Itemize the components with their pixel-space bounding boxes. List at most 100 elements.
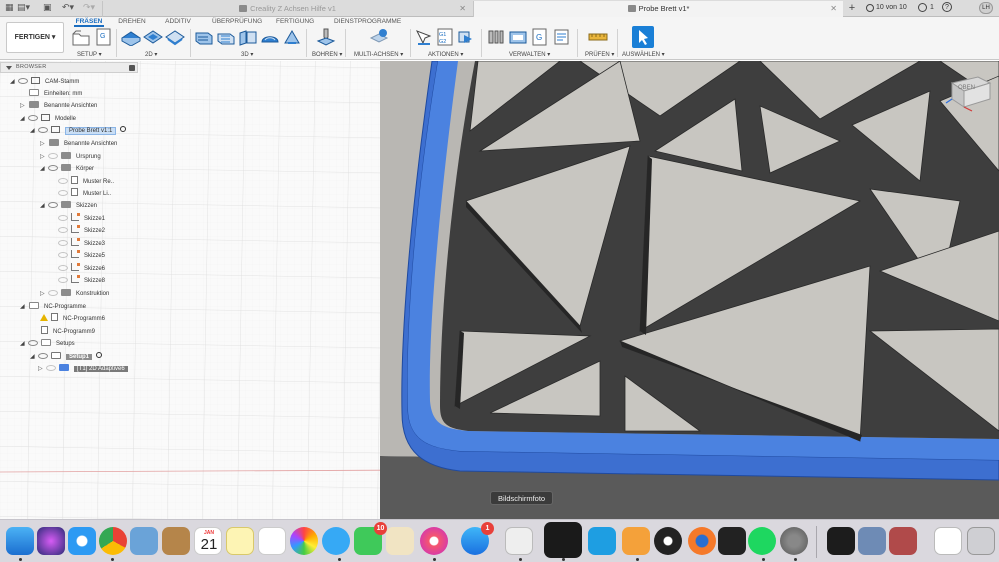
tree-origin[interactable]: ▷ Ursprung bbox=[40, 151, 101, 163]
view-cube-label[interactable]: OBEN bbox=[958, 85, 975, 91]
downloads-icon[interactable] bbox=[934, 527, 962, 555]
tab-probe-brett[interactable]: Probe Brett v1* ✕ bbox=[473, 1, 843, 17]
visibility-icon[interactable] bbox=[48, 290, 58, 296]
group-2d[interactable]: 2D ▾ bbox=[145, 51, 157, 58]
tab-ueberpruefung[interactable]: ÜBERPRÜFUNG bbox=[212, 17, 262, 27]
tree-sketches[interactable]: ◢ Skizzen bbox=[40, 200, 97, 212]
safari-icon[interactable] bbox=[68, 527, 96, 555]
new-tab-button[interactable]: + bbox=[846, 3, 858, 14]
collapse-icon[interactable] bbox=[6, 66, 12, 70]
box-app-icon[interactable] bbox=[889, 527, 917, 555]
tree-named-views-2[interactable]: ▷ Benannte Ansichten bbox=[40, 138, 117, 150]
facetime-icon[interactable]: 10 bbox=[354, 522, 387, 555]
prusa-slicer-icon[interactable] bbox=[544, 522, 582, 558]
3d-scallop-icon[interactable] bbox=[260, 28, 280, 46]
workspace-switcher[interactable]: FERTIGEN ▾ bbox=[6, 22, 64, 53]
save-icon[interactable]: ▣ bbox=[43, 3, 52, 14]
group-3d[interactable]: 3D ▾ bbox=[241, 51, 253, 58]
group-pruefen[interactable]: PRÜFEN ▾ bbox=[585, 51, 614, 58]
tree-construction[interactable]: ▷ Konstruktion bbox=[40, 288, 109, 300]
visibility-icon[interactable] bbox=[58, 215, 68, 221]
close-tab-icon[interactable]: ✕ bbox=[830, 1, 837, 17]
3d-pocket-icon[interactable] bbox=[216, 28, 236, 46]
select-icon[interactable] bbox=[632, 26, 654, 48]
measure-icon[interactable] bbox=[588, 28, 608, 46]
contacts-icon[interactable] bbox=[162, 527, 190, 555]
tree-bodies[interactable]: ◢ Körper bbox=[40, 163, 94, 175]
group-aktionen[interactable]: AKTIONEN ▾ bbox=[428, 51, 463, 58]
tree-nc-program-6[interactable]: NC-Programm6 bbox=[38, 313, 105, 325]
visibility-icon[interactable] bbox=[38, 127, 48, 133]
2d-pocket-icon[interactable] bbox=[143, 28, 163, 46]
preview-icon[interactable] bbox=[130, 527, 158, 555]
messages-icon[interactable] bbox=[322, 527, 350, 555]
tab-fertigung[interactable]: FERTIGUNG bbox=[276, 17, 314, 27]
app-grid-icon[interactable]: ▦ bbox=[5, 3, 14, 14]
tool-library-icon[interactable] bbox=[486, 28, 506, 46]
tree-sketch-2[interactable]: Skizze2 bbox=[50, 225, 105, 237]
post-process-icon[interactable]: G1G2 bbox=[435, 28, 455, 46]
screenshot-icon[interactable] bbox=[505, 527, 533, 555]
activity-monitor-icon[interactable] bbox=[827, 527, 855, 555]
activate-target-icon[interactable] bbox=[96, 352, 103, 358]
simulate-icon[interactable] bbox=[456, 28, 476, 46]
visibility-icon[interactable] bbox=[38, 353, 48, 359]
inkscape-icon[interactable] bbox=[718, 527, 746, 555]
system-preferences-icon[interactable] bbox=[780, 527, 808, 555]
visibility-icon[interactable] bbox=[28, 340, 38, 346]
tree-sketch-8[interactable]: Skizze8 bbox=[50, 275, 105, 287]
clock-icon[interactable] bbox=[866, 4, 874, 12]
reminders-icon[interactable] bbox=[258, 527, 286, 555]
spotify-icon[interactable] bbox=[748, 527, 776, 555]
3d-adaptive-icon[interactable] bbox=[194, 28, 214, 46]
tab-count[interactable]: 10 von 10 bbox=[876, 4, 907, 11]
group-bohren[interactable]: BOHREN ▾ bbox=[312, 51, 342, 58]
template-library-icon[interactable] bbox=[508, 28, 528, 46]
tab-creality-z-achsen[interactable]: Creality Z Achsen Hilfe v1 ✕ bbox=[102, 1, 472, 17]
pin-icon[interactable] bbox=[129, 65, 135, 71]
3d-steep-shallow-icon[interactable] bbox=[238, 28, 258, 46]
music-icon[interactable] bbox=[420, 527, 448, 555]
visibility-icon[interactable] bbox=[58, 227, 68, 233]
visibility-icon[interactable] bbox=[46, 365, 56, 371]
visibility-icon[interactable] bbox=[58, 277, 68, 283]
model-canvas[interactable]: OBEN bbox=[0, 61, 999, 519]
3d-more-icon[interactable] bbox=[282, 28, 302, 46]
tab-additiv[interactable]: ADDITIV bbox=[163, 17, 193, 27]
siri-icon[interactable] bbox=[37, 527, 65, 555]
visibility-icon[interactable] bbox=[18, 78, 28, 84]
davinci-resolve-icon[interactable] bbox=[654, 527, 682, 555]
browser-panel-header[interactable]: BROWSER bbox=[0, 62, 138, 73]
machine-library-icon[interactable] bbox=[552, 28, 572, 46]
creality-icon[interactable] bbox=[588, 527, 616, 555]
tree-units[interactable]: Einheiten: mm bbox=[20, 88, 82, 100]
notification-icon[interactable] bbox=[918, 3, 927, 12]
generate-toolpath-icon[interactable] bbox=[414, 28, 434, 46]
visibility-icon[interactable] bbox=[48, 202, 58, 208]
tree-sketch-6[interactable]: Skizze6 bbox=[50, 263, 105, 275]
visibility-icon[interactable] bbox=[58, 252, 68, 258]
tree-probe-brett[interactable]: ◢ Probe Brett v1:1 bbox=[30, 125, 127, 137]
group-auswaehlen[interactable]: AUSWÄHLEN ▾ bbox=[622, 51, 665, 58]
visibility-icon[interactable] bbox=[28, 115, 38, 121]
tab-dienstprogramme[interactable]: DIENSTPROGRAMME bbox=[334, 17, 401, 27]
group-multi-achsen[interactable]: MULTI-ACHSEN ▾ bbox=[354, 51, 403, 58]
tree-sketch-3[interactable]: Skizze3 bbox=[50, 238, 105, 250]
file-menu-icon[interactable]: ▤▾ bbox=[17, 3, 30, 14]
pages-icon[interactable] bbox=[386, 527, 414, 555]
visibility-icon[interactable] bbox=[48, 153, 58, 159]
fusion-360-icon[interactable] bbox=[622, 527, 650, 555]
multi-axis-icon[interactable] bbox=[369, 28, 389, 46]
tree-setup-1[interactable]: ◢ Setup1 bbox=[30, 351, 103, 363]
setup-sheet-icon[interactable]: G bbox=[94, 28, 114, 46]
app-store-icon[interactable]: 1 bbox=[461, 522, 494, 555]
tree-body-muster-re[interactable]: Muster Re.. bbox=[50, 176, 114, 188]
notes-icon[interactable] bbox=[226, 527, 254, 555]
visibility-icon[interactable] bbox=[48, 165, 58, 171]
tree-named-views[interactable]: ▷ Benannte Ansichten bbox=[20, 100, 97, 112]
2d-adaptive-icon[interactable] bbox=[121, 28, 141, 46]
trash-icon[interactable] bbox=[967, 527, 995, 555]
chrome-icon[interactable] bbox=[99, 527, 127, 555]
blender-icon[interactable] bbox=[688, 527, 716, 555]
new-setup-icon[interactable] bbox=[71, 28, 91, 46]
